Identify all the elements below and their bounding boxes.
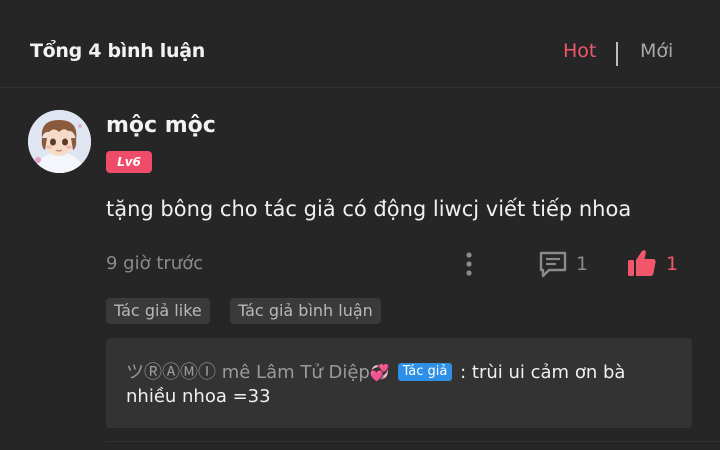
more-vertical-glyph <box>466 252 472 276</box>
comment-total-title: Tổng 4 bình luận <box>30 40 205 62</box>
comments-header: Tổng 4 bình luận Hot Mới <box>0 0 720 88</box>
reply-first-line: ツⓇⒶⓂⒾ mê Lâm Tử Diệp💞 Tác giả : trùi ui … <box>126 358 625 384</box>
like-count: 1 <box>666 253 679 275</box>
more-vertical-icon[interactable] <box>458 250 480 278</box>
comments-page: Tổng 4 bình luận Hot Mới mộc mộc Lv6 tặn… <box>0 0 720 450</box>
thumbs-up-glyph <box>628 250 656 276</box>
sort-hot-tab[interactable]: Hot <box>563 40 596 62</box>
avatar[interactable] <box>28 110 91 173</box>
reply-count: 1 <box>576 253 589 275</box>
reply-author-name[interactable]: ツⓇⒶⓂⒾ mê Lâm Tử Diệp <box>126 362 370 383</box>
two-hearts-icon: 💞 <box>369 363 390 382</box>
author-badge: Tác giả <box>397 363 453 381</box>
comment-username[interactable]: mộc mộc <box>106 113 216 138</box>
tag-author-replied: Tác giả bình luận <box>230 298 381 324</box>
tag-author-like: Tác giả like <box>106 298 210 324</box>
divider <box>106 441 720 442</box>
level-badge: Lv6 <box>106 151 152 173</box>
comment-icon[interactable] <box>538 250 568 278</box>
sort-new-tab[interactable]: Mới <box>640 40 673 62</box>
reply-text-part1: : trùi ui cảm ơn bà <box>460 362 626 383</box>
reply-preview[interactable]: ツⓇⒶⓂⒾ mê Lâm Tử Diệp💞 Tác giả : trùi ui … <box>106 338 692 428</box>
reply-text-part2: nhiều nhoa =33 <box>126 386 271 407</box>
thumbs-up-icon[interactable] <box>626 248 658 278</box>
sort-divider <box>616 42 618 66</box>
comment-text: tặng bông cho tác giả có động liwcj viết… <box>106 197 632 221</box>
comment-timestamp: 9 giờ trước <box>106 253 204 274</box>
comment-glyph <box>539 251 567 278</box>
avatar-illustration <box>28 110 91 173</box>
